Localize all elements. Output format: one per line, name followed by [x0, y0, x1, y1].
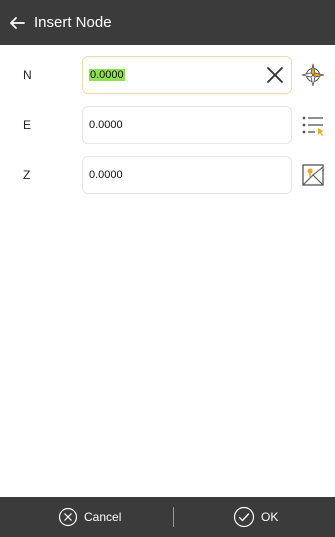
ok-label: OK: [261, 510, 279, 524]
app-header: Insert Node: [0, 0, 335, 45]
page-title: Insert Node: [34, 14, 112, 31]
point-list-icon: [302, 116, 324, 136]
arrow-left-icon: [10, 16, 25, 29]
e-input-value[interactable]: 0.0000: [89, 119, 123, 131]
z-input[interactable]: 0.0000: [82, 156, 292, 194]
compass-target-button[interactable]: [300, 62, 326, 88]
back-button[interactable]: [0, 0, 31, 45]
map-pick-button[interactable]: [300, 162, 326, 188]
n-input-value[interactable]: 0.0000: [89, 69, 125, 81]
field-row-z: Z 0.0000: [0, 155, 335, 195]
field-row-e: E 0.0000: [0, 105, 335, 145]
point-list-button[interactable]: [300, 112, 326, 138]
check-circle-icon: [233, 506, 255, 528]
field-label-e: E: [23, 118, 32, 132]
field-label-n: N: [23, 68, 32, 82]
close-icon: [267, 67, 283, 83]
cancel-button[interactable]: Cancel: [58, 497, 121, 537]
clear-button[interactable]: [265, 65, 285, 85]
z-input-value[interactable]: 0.0000: [89, 169, 123, 181]
cancel-label: Cancel: [84, 510, 122, 524]
n-input[interactable]: 0.0000: [82, 56, 292, 94]
map-pick-icon: [302, 164, 324, 186]
bottom-action-bar: Cancel OK: [0, 497, 335, 537]
footer-divider: [173, 507, 174, 527]
e-input[interactable]: 0.0000: [82, 106, 292, 144]
field-label-z: Z: [23, 168, 31, 182]
compass-target-icon: [301, 63, 325, 87]
field-row-n: N 0.0000: [0, 55, 335, 95]
cancel-circle-icon: [58, 507, 78, 527]
ok-button[interactable]: OK: [233, 497, 278, 537]
